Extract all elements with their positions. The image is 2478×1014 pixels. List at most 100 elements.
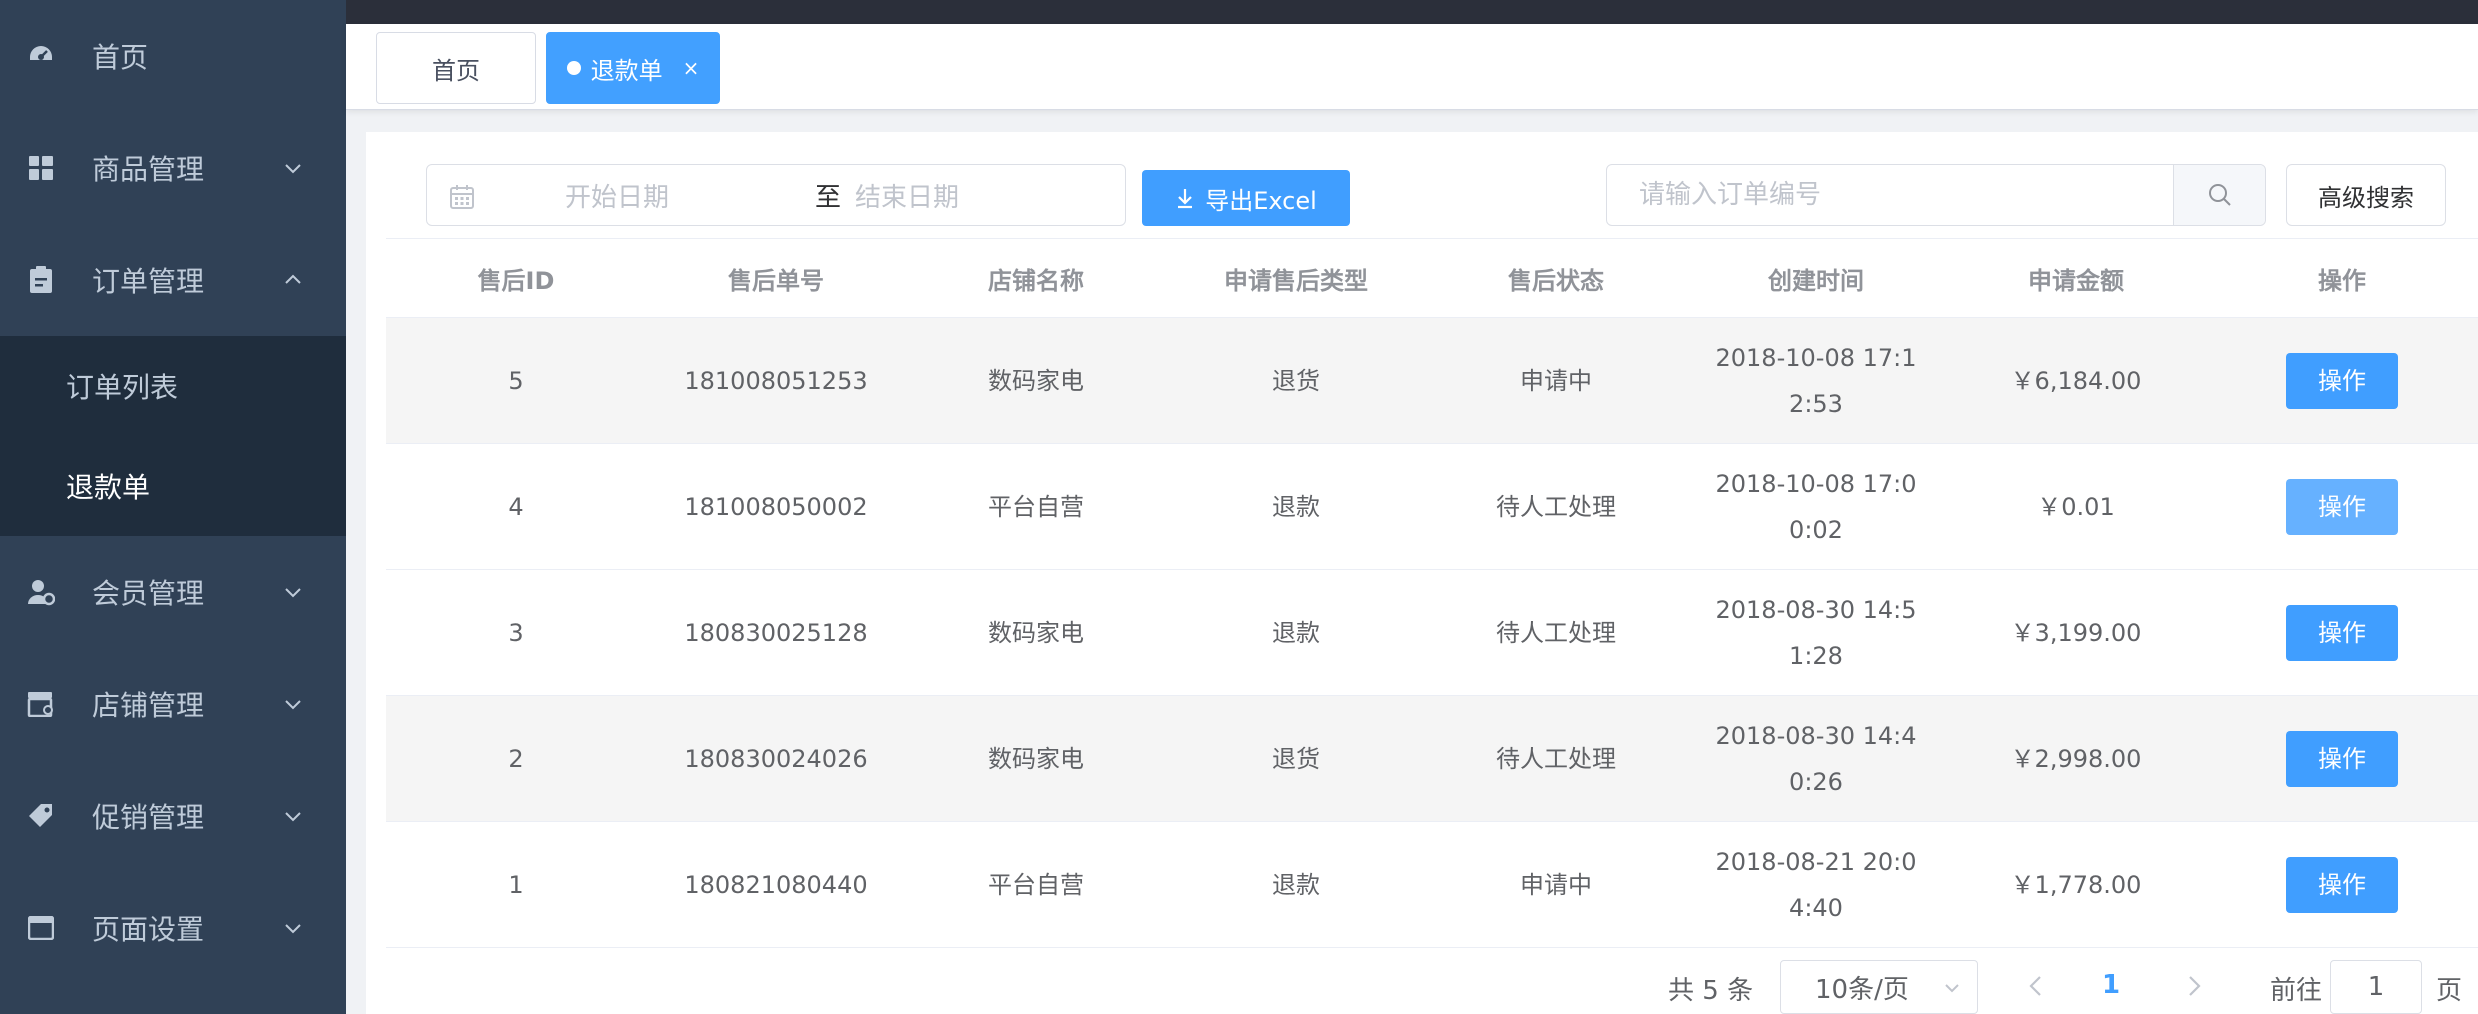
search-icon	[2208, 184, 2231, 206]
goto-page-input[interactable]	[2330, 960, 2422, 1014]
operate-button[interactable]: 操作	[2286, 478, 2398, 535]
operate-button[interactable]: 操作	[2286, 604, 2398, 661]
cell-created-time: 2018-10-08 17:00:02	[1715, 469, 1917, 544]
column-header[interactable]: 申请售后类型	[1166, 261, 1426, 296]
page-size-select[interactable]: 10条/页	[1780, 960, 1978, 1014]
main-content: 开始日期 至 结束日期 导出Excel 高级搜索 售后ID 售后单号 店铺名称 …	[366, 132, 2478, 1014]
advanced-search-button[interactable]: 高级搜索	[2286, 164, 2446, 226]
tag-icon	[26, 801, 56, 831]
export-label: 导出Excel	[1205, 186, 1317, 215]
tab-home[interactable]: 首页	[376, 32, 536, 104]
date-range-picker[interactable]: 开始日期 至 结束日期	[426, 164, 1126, 226]
cell-amount: ￥0.01	[2037, 492, 2115, 521]
column-header[interactable]: 操作	[2206, 261, 2478, 296]
pagination: 共 5 条 10条/页 1 前往 页	[366, 960, 2478, 1014]
cell-type: 退款	[1272, 870, 1320, 899]
operate-button[interactable]: 操作	[2286, 856, 2398, 913]
column-header[interactable]: 申请金额	[1946, 261, 2206, 296]
sidebar-item-label: 页面设置	[92, 913, 205, 946]
table-row[interactable]: 4 181008050002 平台自营 退款 待人工处理 2018-10-08 …	[386, 444, 2478, 570]
chevron-down-icon	[285, 924, 301, 934]
column-header[interactable]: 售后状态	[1426, 261, 1686, 296]
order-search	[1606, 164, 2266, 226]
range-separator: 至	[815, 182, 842, 213]
top-navbar	[346, 0, 2478, 24]
sidebar-subitem-refund[interactable]: 退款单	[0, 436, 346, 536]
chevron-down-icon	[285, 588, 301, 598]
column-header[interactable]: 售后ID	[386, 261, 646, 296]
search-button[interactable]	[2173, 165, 2265, 225]
page-number-current[interactable]: 1	[2102, 970, 2120, 1000]
active-dot-icon	[566, 61, 581, 75]
shop-icon	[26, 689, 56, 719]
cell-actions: 操作	[2206, 352, 2478, 409]
page-suffix: 页	[2436, 976, 2463, 1006]
cell-id: 1	[508, 870, 524, 899]
cell-amount: ￥3,199.00	[2010, 618, 2142, 647]
sidebar-item-label: 订单管理	[92, 265, 205, 298]
chevron-up-icon	[285, 274, 301, 284]
cell-time-wrap: 2018-10-08 17:00:02	[1686, 461, 1946, 553]
column-header[interactable]: 店铺名称	[906, 261, 1166, 296]
page-size-value: 10条/页	[1815, 974, 1909, 1005]
cell-created-time: 2018-08-30 14:51:28	[1715, 595, 1917, 670]
sidebar-item-label: 首页	[92, 41, 149, 74]
cell-shop: 数码家电	[988, 744, 1084, 773]
sidebar-item-promotions[interactable]: 促销管理	[0, 760, 346, 872]
tab-label: 首页	[432, 56, 480, 85]
cell-actions: 操作	[2206, 730, 2478, 787]
cell-after-sale-no: 181008050002	[684, 492, 868, 521]
cell-shop: 平台自营	[988, 870, 1084, 899]
column-header[interactable]: 创建时间	[1686, 261, 1946, 296]
cell-type: 退货	[1272, 744, 1320, 773]
sidebar-item-members[interactable]: 会员管理	[0, 536, 346, 648]
order-number-input[interactable]	[1607, 165, 2173, 225]
refund-table: 售后ID 售后单号 店铺名称 申请售后类型 售后状态 创建时间 申请金额 操作 …	[386, 238, 2478, 948]
table-row[interactable]: 1 180821080440 平台自营 退款 申请中 2018-08-21 20…	[386, 822, 2478, 948]
tab-refund[interactable]: 退款单 ×	[546, 32, 720, 104]
cell-type: 退货	[1272, 366, 1320, 395]
prev-page-icon[interactable]	[2026, 974, 2046, 998]
cell-time-wrap: 2018-08-30 14:40:26	[1686, 713, 1946, 805]
clipboard-icon	[26, 265, 56, 295]
cell-shop: 数码家电	[988, 366, 1084, 395]
cell-after-sale-no: 180830024026	[684, 744, 868, 773]
table-header: 售后ID 售后单号 店铺名称 申请售后类型 售后状态 创建时间 申请金额 操作	[386, 238, 2478, 318]
next-page-icon[interactable]	[2184, 974, 2204, 998]
download-icon	[1178, 189, 1193, 209]
table-row[interactable]: 3 180830025128 数码家电 退款 待人工处理 2018-08-30 …	[386, 570, 2478, 696]
sidebar-item-orders[interactable]: 订单管理	[0, 224, 346, 336]
pagination-total: 共 5 条	[1668, 976, 1754, 1006]
sidebar-item-shops[interactable]: 店铺管理	[0, 648, 346, 760]
sidebar-item-products[interactable]: 商品管理	[0, 112, 346, 224]
cell-shop: 平台自营	[988, 492, 1084, 521]
cell-status: 待人工处理	[1496, 618, 1616, 647]
sidebar-item-label: 会员管理	[92, 577, 205, 610]
cell-actions: 操作	[2206, 478, 2478, 535]
close-icon[interactable]: ×	[683, 56, 700, 80]
start-date-input[interactable]: 开始日期	[565, 177, 669, 214]
cell-id: 5	[508, 366, 524, 395]
chevron-down-icon	[285, 700, 301, 710]
end-date-input[interactable]: 结束日期	[855, 177, 959, 214]
column-header[interactable]: 售后单号	[646, 261, 906, 296]
sidebar-item-home[interactable]: 首页	[0, 0, 346, 112]
cell-created-time: 2018-08-30 14:40:26	[1715, 721, 1917, 796]
sidebar-subitem-order-list[interactable]: 订单列表	[0, 336, 346, 436]
operate-button[interactable]: 操作	[2286, 352, 2398, 409]
sidebar-item-page-settings[interactable]: 页面设置	[0, 872, 346, 984]
cell-amount: ￥6,184.00	[2010, 366, 2142, 395]
table-row[interactable]: 2 180830024026 数码家电 退货 待人工处理 2018-08-30 …	[386, 696, 2478, 822]
order-submenu: 订单列表 退款单	[0, 336, 346, 536]
tags-view-bar: 首页 退款单 ×	[346, 24, 2478, 110]
table-row[interactable]: 5 181008051253 数码家电 退货 申请中 2018-10-08 17…	[386, 318, 2478, 444]
cell-status: 申请中	[1520, 870, 1592, 899]
cell-type: 退款	[1272, 492, 1320, 521]
goto-label: 前往	[2270, 976, 2323, 1006]
sidebar-item-label: 店铺管理	[92, 689, 205, 722]
window-icon	[26, 913, 56, 943]
chevron-down-icon	[285, 164, 301, 174]
operate-button[interactable]: 操作	[2286, 730, 2398, 787]
export-excel-button[interactable]: 导出Excel	[1142, 170, 1350, 226]
sidebar-item-label: 商品管理	[92, 153, 205, 186]
